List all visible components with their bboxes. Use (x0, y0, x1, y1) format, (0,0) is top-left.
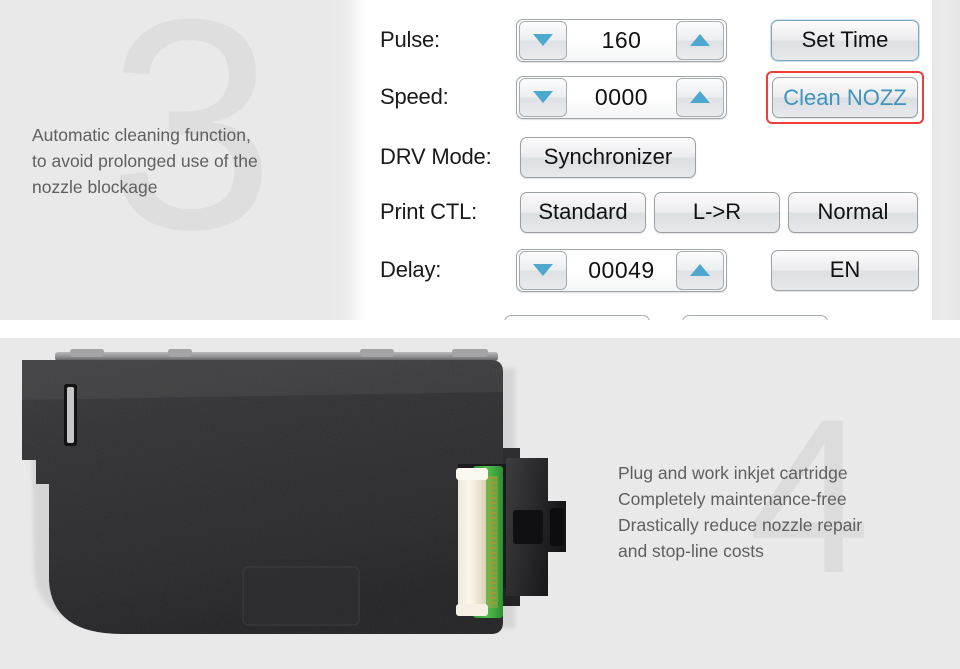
form-row-pulse: Pulse: 160 Set Time (366, 18, 919, 62)
triangle-down-icon (533, 264, 553, 276)
top-feature-section: 3 Automatic cleaning function, to avoid … (0, 0, 960, 325)
set-time-button[interactable]: Set Time (771, 19, 919, 61)
section-divider (0, 320, 960, 338)
feature-3-line-1: Automatic cleaning function, (32, 125, 251, 145)
feature-4-line-4: and stop-line costs (618, 541, 764, 561)
drv-mode-label: DRV Mode: (380, 144, 492, 169)
feature-3-line-2: to avoid prolonged use of the (32, 151, 258, 171)
print-ctl-label: Print CTL: (380, 199, 478, 224)
speed-stepper[interactable]: 0000 (516, 75, 727, 119)
clean-nozz-highlight-ring: Clean NOZZ (766, 71, 924, 124)
form-row-print-ctl: Print CTL: Standard L->R Normal (366, 190, 918, 234)
triangle-up-icon (690, 91, 710, 103)
pulse-value: 160 (601, 26, 642, 53)
feature-3-panel: 3 Automatic cleaning function, to avoid … (0, 0, 366, 325)
delay-value: 00049 (588, 256, 655, 283)
delay-stepper[interactable]: 00049 (516, 248, 727, 292)
language-button[interactable]: EN (771, 249, 919, 291)
form-row-drv-mode: DRV Mode: Synchronizer (366, 135, 696, 179)
feature-4-line-3: Drastically reduce nozzle repair (618, 515, 863, 535)
printer-controller-form: Pulse: 160 Set Time Speed: 0000 Clean NO… (366, 0, 932, 325)
form-row-delay: Delay: 00049 EN (366, 248, 919, 292)
pulse-increment-button[interactable] (676, 20, 724, 60)
feature-4-line-2: Completely maintenance-free (618, 489, 847, 509)
feature-showcase-page: 3 Automatic cleaning function, to avoid … (0, 0, 960, 669)
pulse-label: Pulse: (380, 27, 440, 52)
speed-label: Speed: (380, 84, 449, 109)
delay-label: Delay: (380, 257, 442, 282)
triangle-up-icon (690, 34, 710, 46)
pulse-decrement-button[interactable] (519, 20, 567, 60)
delay-increment-button[interactable] (676, 250, 724, 290)
pulse-stepper[interactable]: 160 (516, 18, 727, 62)
drv-mode-value-button[interactable]: Synchronizer (520, 136, 696, 178)
triangle-down-icon (533, 34, 553, 46)
feature-4-line-1: Plug and work inkjet cartridge (618, 463, 848, 483)
feature-3-description: Automatic cleaning function, to avoid pr… (32, 122, 342, 200)
delay-decrement-button[interactable] (519, 250, 567, 290)
bottom-feature-section: 4 Plug and work inkjet cartridge Complet… (0, 338, 960, 669)
clean-nozz-button[interactable]: Clean NOZZ (772, 77, 918, 118)
triangle-down-icon (533, 91, 553, 103)
speed-increment-button[interactable] (676, 77, 724, 117)
print-ctl-direction-button[interactable]: L->R (654, 191, 780, 233)
print-ctl-orientation-button[interactable]: Normal (788, 191, 918, 233)
speed-value: 0000 (594, 83, 649, 110)
triangle-up-icon (690, 264, 710, 276)
feature-4-description: Plug and work inkjet cartridge Completel… (618, 460, 954, 564)
speed-decrement-button[interactable] (519, 77, 567, 117)
right-edge-strip (932, 0, 960, 320)
feature-3-line-3: nozzle blockage (32, 177, 158, 197)
form-row-speed: Speed: 0000 Clean NOZZ (366, 71, 924, 124)
print-ctl-quality-button[interactable]: Standard (520, 191, 646, 233)
inkjet-cartridge-image (0, 338, 620, 669)
